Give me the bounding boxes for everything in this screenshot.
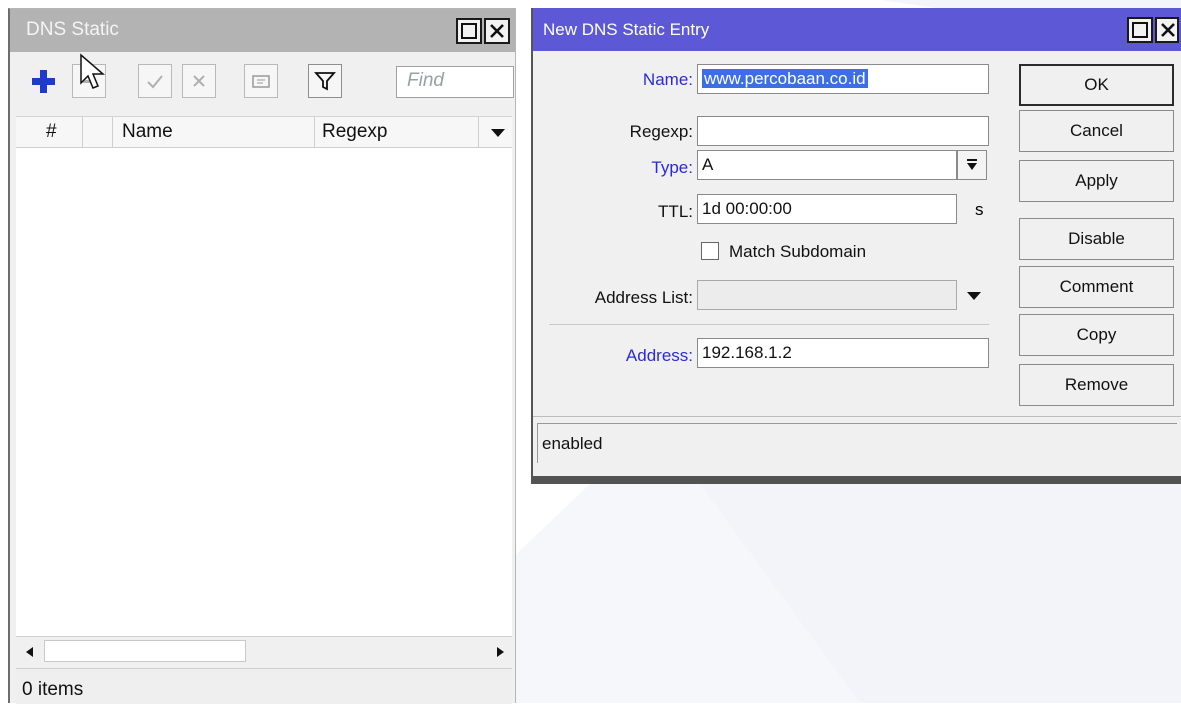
- enable-button[interactable]: [138, 64, 172, 98]
- table-body[interactable]: [16, 148, 512, 636]
- window-title: DNS Static: [26, 19, 119, 40]
- address-list-field[interactable]: [697, 280, 957, 310]
- ttl-unit: s: [975, 200, 984, 219]
- table-header: # Name Regexp: [16, 116, 512, 148]
- disable-button[interactable]: [182, 64, 216, 98]
- maximize-button[interactable]: [1127, 17, 1153, 43]
- column-regexp[interactable]: Regexp: [322, 121, 388, 143]
- note-icon: [252, 75, 270, 88]
- maximize-icon: [1132, 22, 1148, 38]
- ttl-field[interactable]: 1d 00:00:00: [697, 194, 957, 224]
- maximize-icon: [461, 23, 477, 39]
- copy-button[interactable]: Copy: [1019, 314, 1174, 356]
- window-title: New DNS Static Entry: [543, 20, 710, 39]
- comment-button[interactable]: Comment: [1019, 266, 1174, 308]
- match-subdomain-checkbox[interactable]: [701, 242, 719, 260]
- cross-icon: [193, 75, 205, 87]
- ok-button[interactable]: OK: [1019, 64, 1174, 106]
- status-bar: 0 items: [16, 668, 512, 704]
- maximize-button[interactable]: [456, 18, 482, 44]
- disable-button[interactable]: Disable: [1019, 218, 1174, 260]
- address-list-label: Address List:: [594, 288, 693, 307]
- add-button[interactable]: [28, 66, 58, 96]
- find-input[interactable]: Find: [396, 66, 514, 98]
- type-label: Type:: [651, 158, 693, 177]
- name-field[interactable]: www.percobaan.co.id: [697, 64, 989, 94]
- close-icon: [490, 24, 504, 38]
- dns-static-titlebar[interactable]: DNS Static: [10, 9, 515, 52]
- name-value: www.percobaan.co.id: [702, 69, 868, 88]
- type-select[interactable]: A: [697, 150, 957, 180]
- column-name[interactable]: Name: [122, 121, 173, 143]
- scroll-right-icon[interactable]: [492, 644, 508, 660]
- name-label: Name:: [642, 70, 693, 89]
- dns-static-window: DNS Static Find # Name Regexp 0 items: [8, 8, 516, 704]
- close-button[interactable]: [1155, 17, 1179, 43]
- filter-button[interactable]: [308, 64, 342, 98]
- dropdown-arrow-icon: [967, 159, 977, 170]
- address-list-dropdown-icon[interactable]: [963, 284, 985, 306]
- horizontal-scrollbar[interactable]: [16, 636, 512, 666]
- form-divider: [549, 324, 989, 325]
- funnel-icon: [314, 72, 336, 91]
- mouse-cursor-icon: [80, 53, 106, 89]
- type-dropdown-button[interactable]: [957, 150, 987, 180]
- address-label: Address:: [625, 346, 693, 365]
- match-subdomain-label[interactable]: Match Subdomain: [729, 242, 866, 262]
- close-button[interactable]: [484, 18, 510, 44]
- scrollbar-thumb[interactable]: [44, 640, 246, 662]
- regexp-label: Regexp:: [629, 122, 693, 141]
- remove-button[interactable]: Remove: [1019, 364, 1174, 406]
- apply-button[interactable]: Apply: [1019, 160, 1174, 202]
- status-bar: enabled: [533, 416, 1181, 476]
- close-icon: [1161, 23, 1175, 37]
- check-icon: [147, 75, 163, 89]
- plus-icon: [32, 70, 55, 93]
- column-menu-icon[interactable]: [488, 123, 508, 143]
- address-field[interactable]: 192.168.1.2: [697, 338, 989, 368]
- column-number[interactable]: #: [46, 121, 57, 143]
- status-text: enabled: [537, 423, 1177, 463]
- ttl-label: TTL:: [658, 202, 693, 221]
- new-dns-static-entry-window: New DNS Static Entry Name: www.percobaan…: [531, 8, 1181, 484]
- regexp-field[interactable]: [697, 116, 989, 146]
- comment-button[interactable]: [244, 64, 278, 98]
- scroll-left-icon[interactable]: [22, 644, 38, 660]
- new-entry-titlebar[interactable]: New DNS Static Entry: [533, 8, 1181, 51]
- cancel-button[interactable]: Cancel: [1019, 110, 1174, 152]
